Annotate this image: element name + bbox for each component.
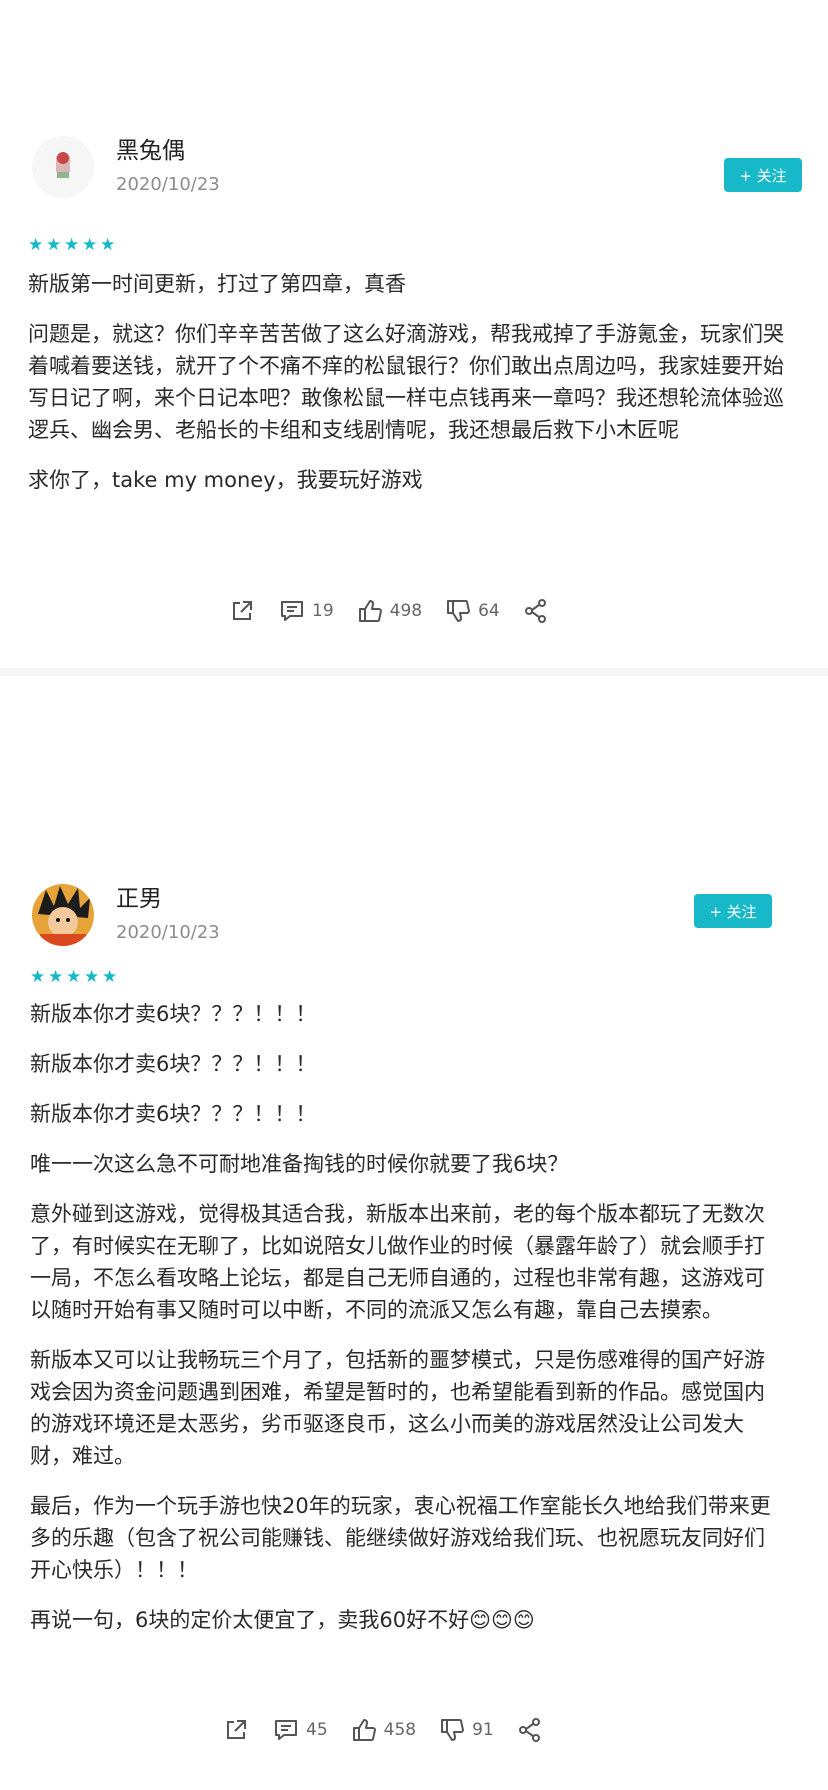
review-paragraph: 再说一句，6块的定价太便宜了，卖我60好不好😊😊😊 (30, 1608, 535, 1632)
action-bar: 19 498 64 (228, 597, 572, 625)
like-button[interactable]: 458 (350, 1716, 416, 1744)
forward-icon (524, 599, 546, 623)
follow-button[interactable]: + 关注 (694, 894, 772, 928)
follow-button-label: + 关注 (739, 166, 787, 185)
comment-icon (281, 601, 303, 621)
star-icon: ★ (66, 967, 82, 987)
comment-button[interactable]: 45 (272, 1716, 328, 1744)
share-button[interactable] (228, 597, 256, 625)
author-row: 正男 2020/10/23 (32, 884, 220, 946)
review-paragraph: 新版第一时间更新，打过了第四章，真香 (28, 272, 406, 296)
like-button[interactable]: 498 (356, 597, 422, 625)
rating-stars: ★ ★ ★ ★ ★ (30, 967, 118, 987)
review-paragraph: 新版本你才卖6块？？？！！！ (30, 1002, 317, 1026)
forward-icon (518, 1718, 540, 1742)
follow-button[interactable]: + 关注 (724, 158, 802, 192)
review-date: 2020/10/23 (116, 174, 220, 195)
review-paragraph: 新版本你才卖6块？？？！！！ (30, 1102, 317, 1126)
like-icon (358, 600, 382, 622)
like-count: 458 (383, 1720, 417, 1740)
forward-button[interactable] (516, 1716, 544, 1744)
star-icon: ★ (28, 235, 44, 255)
star-icon: ★ (84, 967, 100, 987)
star-icon: ★ (48, 967, 64, 987)
avatar[interactable] (32, 136, 94, 198)
dislike-icon (441, 1719, 465, 1741)
review-paragraph: 求你了，take my money，我要玩好游戏 (28, 468, 423, 492)
review-paragraph: 最后，作为一个玩手游也快20年的玩家，衷心祝福工作室能长久地给我们带来更多的乐趣… (30, 1494, 771, 1582)
share-button[interactable] (222, 1716, 250, 1744)
author-name[interactable]: 黑兔偶 (116, 136, 220, 166)
dislike-button[interactable]: 91 (438, 1716, 494, 1744)
dislike-count: 91 (472, 1720, 494, 1740)
forward-button[interactable] (522, 597, 550, 625)
review-paragraph: 新版本你才卖6块？？？！！！ (30, 1052, 317, 1076)
like-icon (352, 1719, 376, 1741)
star-icon: ★ (46, 235, 62, 255)
review-card: 正男 2020/10/23 + 关注 ★ ★ ★ ★ ★ 新版本你才卖6块？？？… (0, 676, 828, 1790)
star-icon: ★ (82, 235, 98, 255)
rating-stars: ★ ★ ★ ★ ★ (28, 235, 116, 255)
review-body: 新版本你才卖6块？？？！！！ 新版本你才卖6块？？？！！！ 新版本你才卖6块？？… (30, 998, 780, 1654)
action-bar: 45 458 91 (222, 1716, 566, 1744)
follow-button-label: + 关注 (709, 902, 757, 921)
review-card: 黑兔偶 2020/10/23 + 关注 ★ ★ ★ ★ ★ 新版第一时间更新，打… (0, 0, 828, 668)
star-icon: ★ (102, 967, 118, 987)
review-paragraph: 新版本又可以让我畅玩三个月了，包括新的噩梦模式，只是伤感难得的国产好游戏会因为资… (30, 1348, 765, 1468)
star-icon: ★ (30, 967, 46, 987)
comment-button[interactable]: 19 (278, 597, 334, 625)
like-count: 498 (389, 601, 423, 621)
author-name[interactable]: 正男 (116, 884, 220, 914)
review-paragraph: 问题是，就这？你们辛辛苦苦做了这么好滴游戏，帮我戒掉了手游氪金，玩家们哭着喊着要… (28, 322, 784, 442)
star-icon: ★ (64, 235, 80, 255)
review-paragraph: 唯一一次这么急不可耐地准备掏钱的时候你就要了我6块？ (30, 1152, 569, 1176)
comment-count: 45 (306, 1720, 328, 1740)
review-body: 新版第一时间更新，打过了第四章，真香 问题是，就这？你们辛辛苦苦做了这么好滴游戏… (28, 268, 798, 514)
dislike-icon (447, 600, 471, 622)
comment-count: 19 (312, 601, 334, 621)
review-date: 2020/10/23 (116, 922, 220, 943)
dislike-button[interactable]: 64 (444, 597, 500, 625)
dislike-count: 64 (478, 601, 500, 621)
share-icon (227, 1720, 246, 1739)
author-row: 黑兔偶 2020/10/23 (32, 136, 220, 198)
avatar[interactable] (32, 884, 94, 946)
comment-icon (275, 1720, 297, 1740)
share-icon (233, 601, 252, 620)
review-paragraph: 意外碰到这游戏，觉得极其适合我，新版本出来前，老的每个版本都玩了无数次了，有时候… (30, 1202, 765, 1322)
star-icon: ★ (100, 235, 116, 255)
